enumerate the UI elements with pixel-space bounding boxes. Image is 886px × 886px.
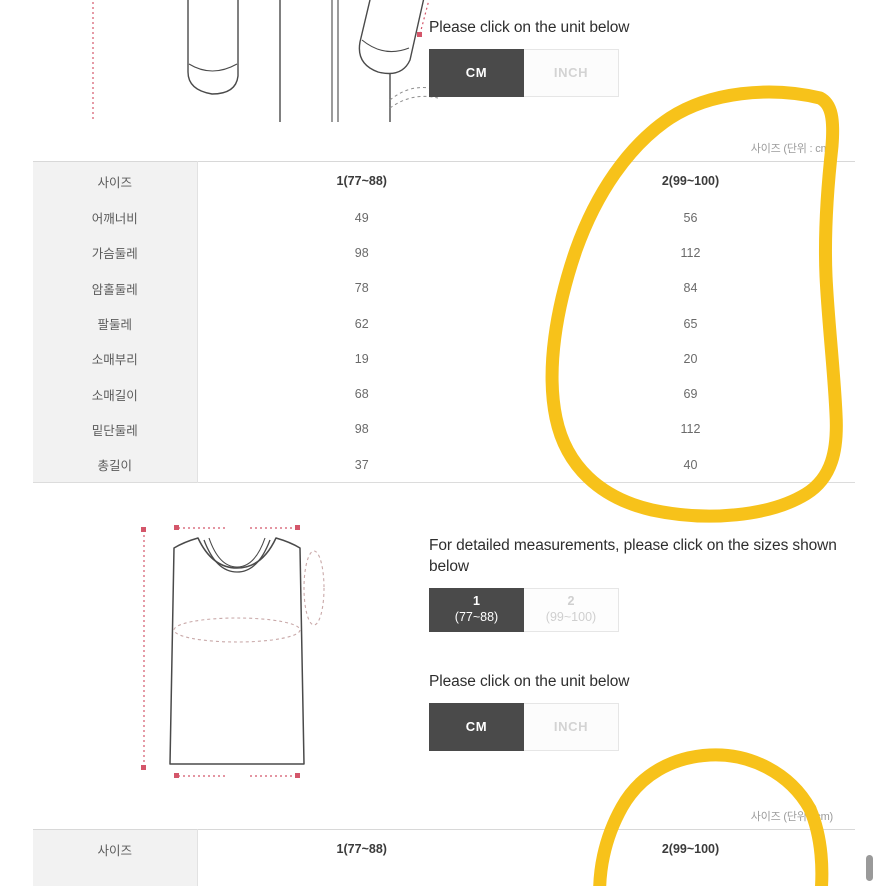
table-row: 팔둘레 62 65 — [33, 305, 855, 342]
row-label — [33, 868, 198, 886]
table-row: 총길이 37 40 — [33, 447, 855, 483]
row-value-size1: 62 — [354, 316, 369, 331]
size-button-2-number: 2 — [567, 594, 575, 609]
header-cell-size: 사이즈 — [33, 829, 198, 868]
top-unit-button-cm[interactable]: CM — [429, 48, 524, 97]
size-button-1-number: 1 — [473, 594, 480, 609]
header-cell-size1: 1(77~88) — [336, 174, 387, 188]
row-label: 어깨너비 — [33, 200, 198, 236]
row-value-size2: 65 — [683, 316, 698, 331]
header-cell-size1: 1(77~88) — [336, 842, 387, 856]
bottom-size-table: 사이즈 1(77~88) 2(99~100) — [33, 829, 855, 886]
size-button-1-range: (77~88) — [454, 609, 499, 624]
row-label: 소매길이 — [33, 376, 198, 412]
row-value-size2: 20 — [683, 351, 698, 366]
header-cell-size2: 2(99~100) — [661, 174, 720, 188]
row-value-size1: 98 — [354, 422, 369, 437]
table-header-row: 사이즈 1(77~88) 2(99~100) — [33, 161, 855, 200]
bottom-unit-button-inch[interactable]: INCH — [524, 702, 619, 751]
table-row: 암홀둘레 78 84 — [33, 270, 855, 306]
bottom-size-button-group: 1 (77~88) 2 (99~100) — [429, 587, 849, 632]
bottom-unit-control: Please click on the unit below CM INCH — [429, 672, 629, 751]
bottom-table-unit-note: 사이즈 (단위 : cm) — [750, 811, 833, 823]
bottom-unit-button-group: CM INCH — [429, 702, 629, 751]
top-size-table-block: 사이즈 (단위 : cm) 사이즈 1(77~88) 2(99~100) 어깨너… — [33, 140, 855, 484]
row-value-size2: 112 — [680, 245, 701, 260]
row-value-size1 — [197, 868, 526, 886]
row-value-size2: 40 — [683, 457, 698, 472]
top-size-table: 사이즈 1(77~88) 2(99~100) 어깨너비 49 56 가슴둘레 9… — [33, 161, 855, 484]
top-unit-button-group: CM INCH — [429, 48, 629, 97]
table-header-row: 사이즈 1(77~88) 2(99~100) — [33, 829, 855, 868]
top-unit-button-inch[interactable]: INCH — [524, 48, 619, 97]
row-label: 밑단둘레 — [33, 411, 198, 448]
vertical-scrollbar-thumb[interactable] — [866, 855, 873, 881]
table-row: 소매길이 68 69 — [33, 376, 855, 412]
row-value-size2: 112 — [680, 422, 701, 437]
bottom-unit-prompt: Please click on the unit below — [429, 673, 630, 690]
bottom-unit-button-cm[interactable]: CM — [429, 702, 524, 751]
size-button-1[interactable]: 1 (77~88) — [429, 587, 524, 632]
sleeveless-tank-top-diagram — [122, 518, 352, 786]
table-row: 소매부리 19 20 — [33, 341, 855, 377]
top-table-unit-note: 사이즈 (단위 : cm) — [750, 143, 833, 155]
table-row: 가슴둘레 98 112 — [33, 235, 855, 271]
bottom-size-table-block: 사이즈 (단위 : cm) 사이즈 1(77~88) 2(99~100) — [33, 808, 855, 886]
row-label: 총길이 — [33, 447, 198, 483]
row-value-size1: 37 — [354, 457, 369, 472]
size-chart-page: Please click on the unit below CM INCH 사… — [0, 0, 886, 886]
row-value-size2: 69 — [683, 387, 698, 402]
table-row: 밑단둘레 98 112 — [33, 411, 855, 448]
row-value-size2: 56 — [683, 210, 698, 225]
row-value-size1: 68 — [354, 387, 369, 402]
row-label: 가슴둘레 — [33, 235, 198, 271]
row-label: 팔둘레 — [33, 305, 198, 342]
bottom-size-control: For detailed measurements, please click … — [429, 536, 849, 632]
row-value-size2: 84 — [683, 281, 698, 296]
long-sleeve-shirt-diagram — [60, 0, 460, 122]
row-value-size1: 98 — [354, 245, 369, 260]
bottom-size-prompt: For detailed measurements, please click … — [429, 537, 837, 575]
table-row: 어깨너비 49 56 — [33, 200, 855, 236]
size-button-2[interactable]: 2 (99~100) — [524, 587, 619, 632]
row-value-size1: 78 — [354, 281, 369, 296]
header-cell-size2: 2(99~100) — [661, 842, 720, 856]
top-unit-control: Please click on the unit below CM INCH — [429, 18, 629, 97]
table-row — [33, 868, 855, 886]
row-label: 소매부리 — [33, 341, 198, 377]
top-unit-prompt: Please click on the unit below — [429, 19, 630, 36]
row-value-size1: 49 — [354, 210, 369, 225]
size-button-2-range: (99~100) — [545, 609, 597, 624]
row-label: 암홀둘레 — [33, 270, 198, 306]
row-value-size1: 19 — [354, 351, 369, 366]
row-value-size2 — [526, 868, 855, 886]
header-cell-size: 사이즈 — [33, 161, 198, 200]
